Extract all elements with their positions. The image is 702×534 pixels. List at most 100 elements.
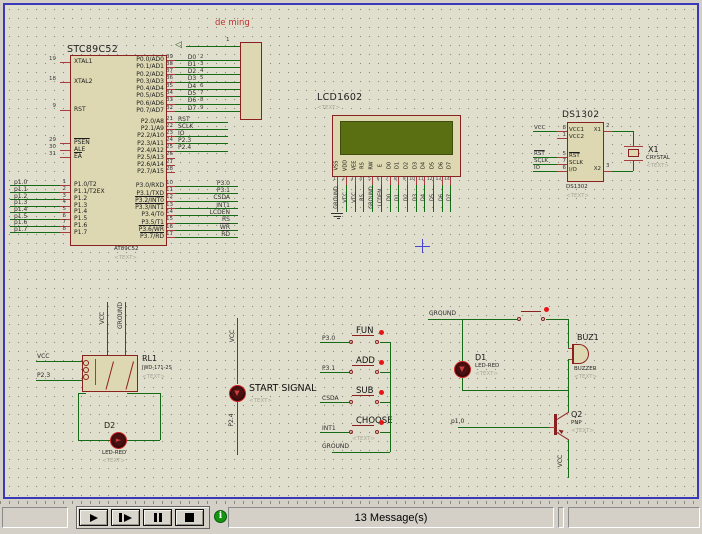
lcd-pin-column: RS 4 RS: [359, 156, 368, 216]
connector-pin-number: 7: [200, 91, 210, 97]
pin: [60, 110, 70, 111]
stop-button[interactable]: [175, 509, 204, 526]
pushbutton-actuator[interactable]: [521, 311, 541, 312]
pin-name: D2: [404, 153, 409, 179]
rl1-text-placeholder: <TEXT>: [142, 375, 165, 381]
lcd-pin-column: VEE 3 VCC: [350, 156, 359, 216]
wire: [568, 319, 569, 348]
pin-name: RST: [569, 154, 580, 160]
pushbutton-actuator[interactable]: [352, 395, 374, 396]
net-label: WR: [185, 225, 230, 231]
pause-button[interactable]: [143, 509, 172, 526]
connector-pin-number: 8: [200, 98, 210, 104]
led-arrow-icon: ▼: [230, 390, 245, 397]
pushbutton-actuator[interactable]: [352, 335, 374, 336]
transistor-q2[interactable]: [554, 414, 557, 435]
pin-number: 2: [606, 124, 610, 130]
pin-name: P3.4/T0: [100, 212, 164, 218]
pin-name: SCLK: [569, 161, 583, 167]
connector-pin-number: 6: [200, 84, 210, 90]
net-label: RD: [185, 232, 230, 238]
pin-name: P0.0/AD0: [100, 57, 164, 63]
wire: [612, 171, 633, 172]
net-label: LCDEN: [185, 210, 230, 216]
wire: [320, 432, 350, 433]
lcd-pin-column: D2 9 D2: [403, 156, 412, 216]
wire: [568, 359, 569, 412]
pin: [60, 82, 70, 83]
lcd-pin-column: VSS 1 GROUND: [333, 156, 342, 216]
input-arrow-icon: ◁: [175, 41, 182, 50]
pin-name: P0.6/AD6: [100, 101, 164, 107]
pin-name: P2.7/A15: [100, 169, 164, 175]
pin-name: VCC1: [569, 128, 584, 134]
lcd-pin-column: D4 11 D4: [420, 156, 429, 216]
step-icon: [119, 513, 122, 522]
net-label: P3.1: [185, 188, 230, 194]
q2-value: PNP: [571, 421, 582, 427]
pushbutton-row[interactable]: FUN P3.0: [320, 325, 395, 355]
pushbutton-row[interactable]: ADD P3.1: [320, 355, 395, 385]
wire: [458, 427, 549, 428]
wire: [633, 160, 634, 171]
net-label: D2: [404, 181, 409, 215]
lcd-pin-column: D0 7 D0: [385, 156, 394, 216]
pushbutton-actuator[interactable]: [352, 425, 374, 426]
pin-number: 26: [166, 152, 176, 158]
led-d2[interactable]: ►: [110, 432, 127, 449]
ground-symbol: [334, 216, 341, 217]
wire: [127, 393, 160, 394]
lcd-ref: LCD1602: [317, 93, 363, 103]
net-label: D7: [182, 106, 202, 112]
step-button[interactable]: [111, 509, 140, 526]
lcd-pin-column: D3 10 D3: [411, 156, 420, 216]
pin-number: 28: [166, 167, 176, 173]
net-label: VCC: [230, 325, 236, 347]
net-label: GROUND: [322, 444, 349, 450]
pause-icon: [159, 513, 162, 522]
crystal-x1[interactable]: [628, 149, 639, 158]
pin: [60, 143, 70, 144]
led-start-signal[interactable]: ▼: [229, 385, 246, 402]
wire: [127, 440, 160, 441]
wire: [633, 131, 634, 146]
statusbar-left-panel: [2, 507, 68, 528]
pin-name: P3.1/TXD: [100, 191, 164, 197]
rl1-ref: RL1: [142, 355, 157, 363]
led-d1[interactable]: ▼: [454, 361, 471, 378]
lcd-screen: [340, 121, 453, 155]
pin-number: 27: [166, 160, 176, 166]
key-buttons: FUN P3.0 ADD P3.1 SUB CSDA CHOOSE INT1: [320, 325, 395, 445]
pin: [604, 131, 612, 132]
net-label: SCLK: [534, 159, 556, 165]
wire: [78, 393, 79, 440]
crystal-value: CRYSTAL: [646, 156, 670, 162]
pin-name: XTAL2: [74, 79, 92, 85]
pin-name: D7: [448, 153, 453, 179]
pin-name: P3.0/RXD: [100, 183, 164, 189]
pin-number: 30: [46, 145, 56, 151]
pushbutton-terminal: [375, 400, 379, 404]
header-connector[interactable]: [240, 42, 262, 120]
pin-name: P3.3/INT1: [100, 205, 164, 211]
pin-name: P2.3/A11: [100, 141, 164, 147]
simulation-controls: [76, 506, 210, 529]
wire: [36, 380, 82, 381]
net-label: D5: [182, 91, 202, 97]
net-label: GROUND: [335, 181, 340, 215]
lcd-pin-column: D1 8 D1: [394, 156, 403, 216]
d2-value: LED-RED: [102, 451, 126, 457]
pushbutton-row[interactable]: SUB CSDA: [320, 385, 395, 415]
relay-coil: [83, 360, 89, 366]
pin: [557, 138, 567, 139]
d1-text-placeholder: <TEXT>: [475, 372, 498, 378]
net-label: D6: [182, 98, 202, 104]
ground-symbol: [337, 218, 340, 219]
net-label: RST: [534, 152, 556, 158]
net-label: VCC: [352, 181, 357, 215]
pin-name: P0.1/AD1: [100, 64, 164, 70]
info-icon[interactable]: [214, 510, 227, 523]
play-button[interactable]: [79, 509, 108, 526]
pushbutton-actuator[interactable]: [352, 365, 374, 366]
ds1302-value: DS1302: [566, 185, 588, 191]
